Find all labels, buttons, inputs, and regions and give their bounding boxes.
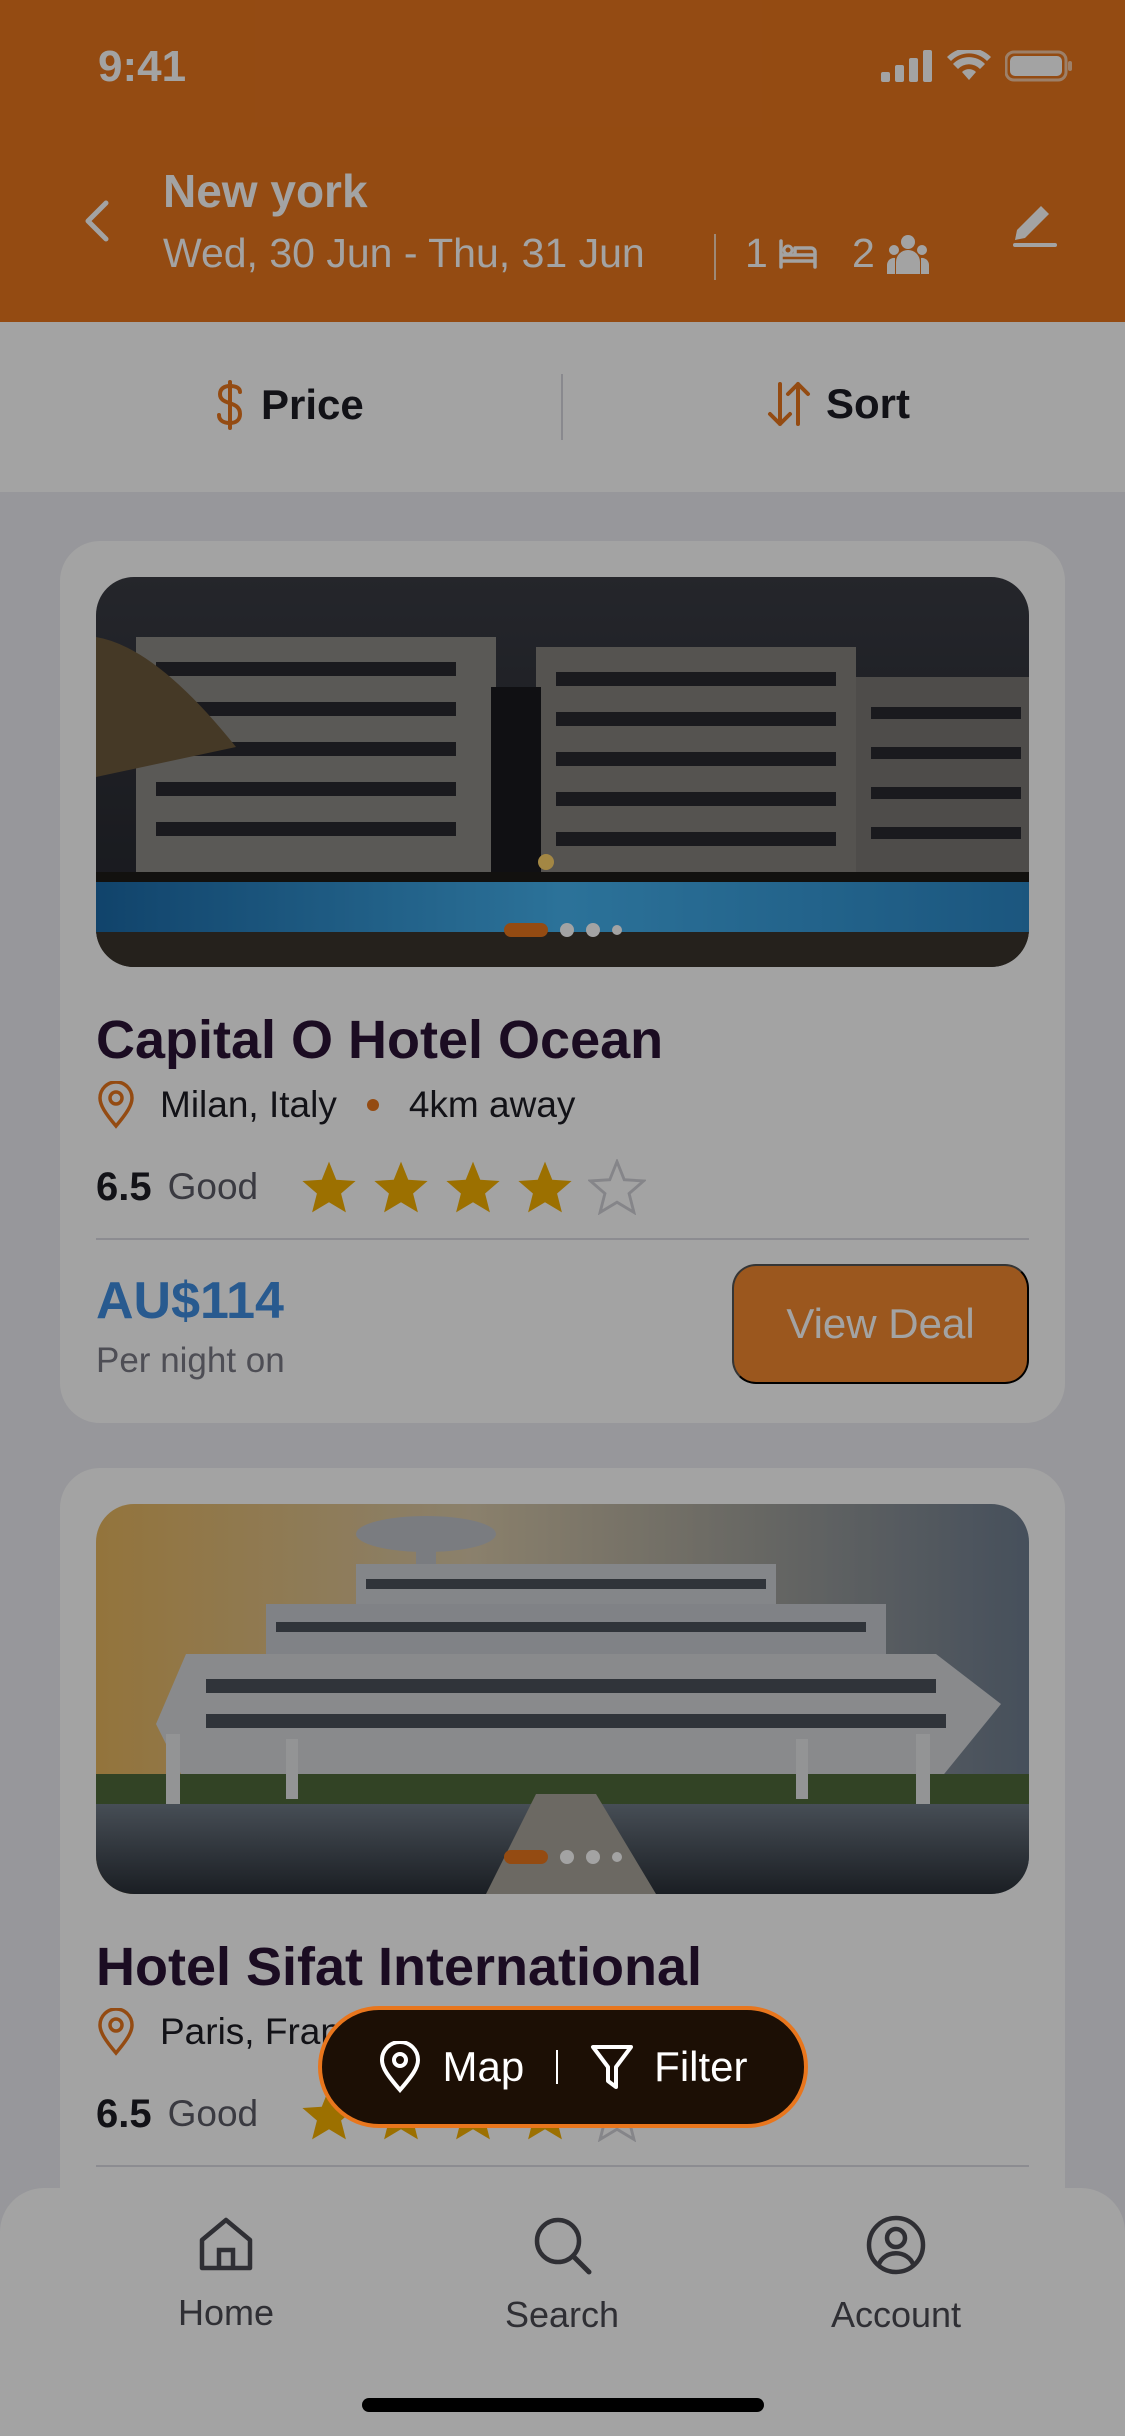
hotel-price: AU$114 xyxy=(96,1272,284,1330)
nav-account-label: Account xyxy=(830,2294,962,2335)
nav-search[interactable]: Search xyxy=(452,2214,672,2336)
price-filter-button[interactable]: Price xyxy=(215,380,364,430)
map-label: Map xyxy=(442,2043,525,2090)
hotel-photo[interactable] xyxy=(96,1504,1029,1894)
battery-icon xyxy=(1005,50,1072,82)
people-icon xyxy=(886,234,929,274)
sort-label: Sort xyxy=(826,380,910,427)
rooms-count: 1 xyxy=(745,230,818,277)
filter-icon xyxy=(591,2045,634,2089)
hotel-location: Milan, Italy xyxy=(160,1084,337,1125)
sort-button[interactable]: Sort xyxy=(766,380,910,428)
search-location: New york xyxy=(163,165,368,217)
nav-home[interactable]: Home xyxy=(116,2214,336,2334)
status-icons xyxy=(881,50,1073,82)
filter-button[interactable]: Filter xyxy=(590,2043,748,2091)
carousel-dot[interactable] xyxy=(585,1850,600,1864)
rating-label: Good xyxy=(167,2093,259,2134)
filter-label: Filter xyxy=(654,2043,748,2090)
carousel-dot-active[interactable] xyxy=(503,1850,548,1864)
guests-count: 2 xyxy=(852,230,929,277)
carousel-dot[interactable] xyxy=(559,923,574,937)
hotel-photo[interactable] xyxy=(96,577,1029,967)
card-divider xyxy=(96,1238,1029,1240)
star-filled-icon xyxy=(302,1161,356,1213)
status-time: 9:41 xyxy=(98,42,187,91)
home-indicator xyxy=(362,2398,764,2412)
map-button[interactable]: Map xyxy=(378,2041,524,2093)
carousel-dot[interactable] xyxy=(611,1852,622,1862)
chevron-left-icon xyxy=(85,200,109,242)
carousel-dots[interactable] xyxy=(503,1850,622,1864)
back-button[interactable] xyxy=(72,196,122,246)
view-deal-button[interactable]: View Deal xyxy=(732,1264,1029,1384)
pencil-icon xyxy=(1013,206,1057,247)
card-divider xyxy=(96,2165,1029,2167)
location-pin-icon xyxy=(98,1081,134,1129)
wifi-icon xyxy=(947,50,991,80)
carousel-dot[interactable] xyxy=(585,923,600,937)
hotel-name[interactable]: Hotel Sifat International xyxy=(96,1936,702,1998)
price-note: Per night on xyxy=(96,1341,285,1380)
price-label: Price xyxy=(261,381,364,428)
hotel-rating-row: 6.5 Good xyxy=(96,1159,647,1215)
rooms-value: 1 xyxy=(745,230,768,276)
pill-divider xyxy=(556,2050,559,2084)
carousel-dots[interactable] xyxy=(503,923,622,937)
nav-home-label: Home xyxy=(177,2292,275,2333)
carousel-dot[interactable] xyxy=(559,1850,574,1864)
search-dates: Wed, 30 Jun - Thu, 31 Jun xyxy=(163,230,645,276)
carousel-dot[interactable] xyxy=(611,925,622,935)
sort-arrows-icon xyxy=(768,382,810,426)
hotel-distance: 4km away xyxy=(408,1084,576,1125)
home-icon xyxy=(199,2217,253,2271)
hotel-name[interactable]: Capital O Hotel Ocean xyxy=(96,1009,663,1071)
carousel-dot-active[interactable] xyxy=(503,923,548,937)
signal-icon xyxy=(881,50,932,82)
nav-search-label: Search xyxy=(504,2294,620,2335)
star-empty-icon xyxy=(588,1159,647,1215)
rating-label: Good xyxy=(167,1166,259,1207)
hotel-location-row: Milan, Italy 4km away xyxy=(96,1081,575,1129)
hotel-photo-night-pool xyxy=(96,577,1029,967)
header-divider xyxy=(714,234,716,280)
star-filled-icon xyxy=(518,1161,572,1213)
guests-value: 2 xyxy=(852,230,875,276)
location-pin-icon xyxy=(98,2008,134,2056)
star-rating xyxy=(300,1159,647,1215)
star-filled-icon xyxy=(374,1161,428,1213)
rating-score: 6.5 xyxy=(96,2091,152,2136)
nav-account[interactable]: Account xyxy=(786,2214,1006,2336)
rating-score: 6.5 xyxy=(96,1164,152,1209)
sortbar-divider xyxy=(561,374,563,440)
separator-dot xyxy=(366,1099,379,1111)
search-icon xyxy=(534,2217,592,2275)
hotel-card[interactable]: Capital O Hotel Ocean Milan, Italy 4km a… xyxy=(60,541,1065,1423)
dollar-icon xyxy=(217,380,243,430)
bed-icon xyxy=(779,238,817,269)
account-icon xyxy=(866,2215,926,2275)
star-filled-icon xyxy=(446,1161,500,1213)
map-pin-icon xyxy=(380,2041,421,2093)
map-filter-pill: Map Filter xyxy=(318,2006,808,2128)
hotel-photo-ship-building xyxy=(96,1504,1029,1894)
edit-search-button[interactable] xyxy=(1009,196,1061,248)
